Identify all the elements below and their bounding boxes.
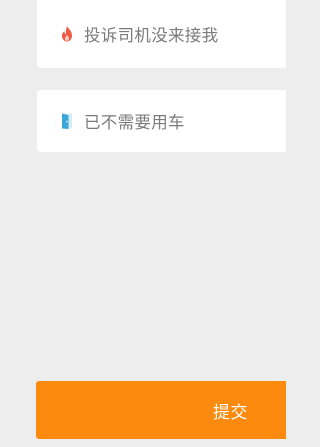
reason-option-driver-no-show[interactable]: 投诉司机没来接我 — [37, 0, 286, 68]
reason-label: 投诉司机没来接我 — [84, 26, 219, 45]
door-icon — [59, 112, 75, 130]
reason-label: 已不需要用车 — [84, 113, 185, 132]
submit-label: 提交 — [213, 402, 248, 423]
submit-button[interactable]: 提交 — [36, 381, 286, 439]
reason-option-no-longer-needed[interactable]: 已不需要用车 — [37, 90, 286, 152]
flame-icon — [59, 25, 75, 43]
